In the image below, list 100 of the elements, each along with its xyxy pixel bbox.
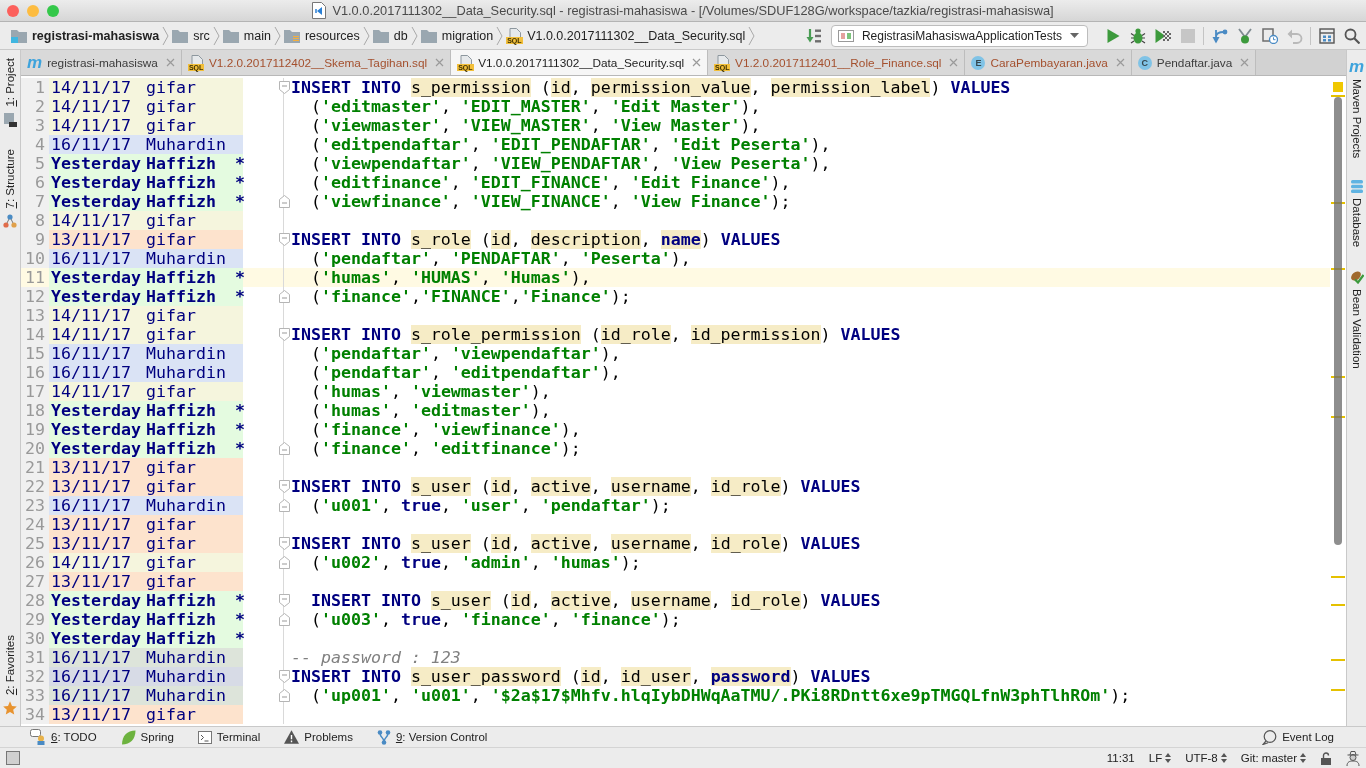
blame-annotation[interactable]: Yesterday Haffizh * <box>49 173 243 192</box>
breadcrumb-item[interactable]: resources <box>280 28 363 43</box>
vcs-branch-selector[interactable]: Git: master <box>1240 752 1306 764</box>
fold-end-icon[interactable] <box>278 195 290 208</box>
tool-window-button[interactable]: Event Log <box>1256 729 1340 745</box>
breadcrumb-item[interactable]: main <box>219 28 274 43</box>
annotation-author: Haffizh <box>146 173 216 192</box>
blame-annotation[interactable]: Yesterday Haffizh * <box>49 268 243 287</box>
blame-annotation[interactable]: Yesterday Haffizh * <box>49 439 243 458</box>
fold-start-icon[interactable] <box>278 233 290 246</box>
close-icon[interactable] <box>692 58 702 67</box>
annotation-author: gifar <box>146 515 196 534</box>
blame-annotation[interactable]: 13/11/17 gifar <box>49 705 243 724</box>
blame-annotation[interactable]: Yesterday Haffizh * <box>49 401 243 420</box>
minimize-window-button[interactable] <box>27 4 39 17</box>
close-icon[interactable] <box>949 58 959 67</box>
fold-start-icon[interactable] <box>278 81 290 94</box>
tool-window-button[interactable]: Spring <box>114 729 180 745</box>
close-icon[interactable] <box>435 58 445 67</box>
caret-position[interactable]: 11:31 <box>1106 752 1135 764</box>
blame-annotation[interactable]: Yesterday Haffizh * <box>49 629 243 648</box>
encoding-selector[interactable]: UTF-8 <box>1185 752 1227 764</box>
fold-start-icon[interactable] <box>278 537 290 550</box>
blame-annotation[interactable]: 16/11/17 Muhardin <box>49 363 243 382</box>
blame-annotation[interactable]: 14/11/17 gifar <box>49 553 243 572</box>
blame-annotation[interactable]: 16/11/17 Muhardin <box>49 648 243 667</box>
blame-annotation[interactable]: Yesterday Haffizh * <box>49 591 243 610</box>
tool-window-button[interactable]: 2: Favorites <box>3 634 17 715</box>
tool-window-button[interactable]: m Maven Projects <box>1348 60 1365 159</box>
tool-window-button[interactable]: 7: Structure <box>3 148 17 229</box>
breadcrumb-item[interactable]: src <box>169 28 213 43</box>
run-configuration-dropdown[interactable]: RegistrasiMahasiswaApplicationTests <box>830 24 1088 47</box>
blame-annotation[interactable]: 14/11/17 gifar <box>49 382 243 401</box>
blame-annotation[interactable]: 13/11/17 gifar <box>49 230 243 249</box>
inspector-button[interactable] <box>1346 750 1360 766</box>
fold-end-icon[interactable] <box>278 613 290 626</box>
blame-annotation[interactable]: 13/11/17 gifar <box>49 458 243 477</box>
blame-annotation[interactable]: 16/11/17 Muhardin <box>49 344 243 363</box>
tool-window-button[interactable]: 9: Version Control <box>370 729 494 745</box>
code-line: INSERT INTO s_permission (id, permission_value, permission_label) VALUES <box>291 78 1011 97</box>
fold-start-icon[interactable] <box>278 594 290 607</box>
tool-window-button[interactable]: 1: Project <box>3 58 17 127</box>
blame-annotation[interactable]: 13/11/17 gifar <box>49 572 243 591</box>
close-icon[interactable] <box>1240 58 1250 67</box>
blame-annotation[interactable]: 14/11/17 gifar <box>49 211 243 230</box>
blame-annotation[interactable]: 16/11/17 Muhardin <box>49 496 243 515</box>
breadcrumb-item[interactable]: db <box>369 28 411 43</box>
blame-annotation[interactable]: 16/11/17 Muhardin <box>49 135 243 154</box>
fold-end-icon[interactable] <box>278 442 290 455</box>
lock-button[interactable] <box>1320 751 1332 765</box>
close-icon[interactable] <box>1115 58 1125 67</box>
tool-windows-toggle-button[interactable] <box>6 751 20 765</box>
blame-annotation[interactable]: 13/11/17 gifar <box>49 477 243 496</box>
line-number: 3 <box>21 116 49 135</box>
fold-start-icon[interactable] <box>278 670 290 683</box>
fold-start-icon[interactable] <box>278 328 290 341</box>
fold-end-icon[interactable] <box>278 689 290 702</box>
fold-start-icon[interactable] <box>278 480 290 493</box>
blame-annotation[interactable]: 14/11/17 gifar <box>49 325 243 344</box>
annotation-date: 13/11/17 <box>51 534 131 553</box>
blame-annotation[interactable]: 16/11/17 Muhardin <box>49 686 243 705</box>
blame-annotation[interactable]: 16/11/17 Muhardin <box>49 249 243 268</box>
blame-annotation[interactable]: 13/11/17 gifar <box>49 515 243 534</box>
stop-icon <box>1179 27 1196 44</box>
blame-annotation[interactable]: 16/11/17 Muhardin <box>49 667 243 686</box>
tool-window-button[interactable]: Problems <box>278 730 359 744</box>
tool-window-button[interactable]: Bean Validation <box>1349 269 1364 369</box>
line-number: 27 <box>21 572 49 591</box>
code-line: ('u003', true, 'finance', 'finance'); <box>309 610 681 629</box>
blame-annotation[interactable]: Yesterday Haffizh * <box>49 610 243 629</box>
blame-annotation[interactable]: Yesterday Haffizh * <box>49 192 243 211</box>
annotation-author: Muhardin <box>146 135 226 154</box>
line-separator-selector[interactable]: LF <box>1148 752 1172 764</box>
scrollbar-thumb[interactable] <box>1334 97 1342 545</box>
line-number: 19 <box>21 420 49 439</box>
blame-annotation[interactable]: Yesterday Haffizh * <box>49 287 243 306</box>
blame-annotation[interactable]: 13/11/17 gifar <box>49 534 243 553</box>
blame-annotation[interactable]: Yesterday Haffizh * <box>49 420 243 439</box>
zoom-window-button[interactable] <box>47 4 59 17</box>
tool-window-button[interactable]: Terminal <box>191 730 267 744</box>
close-icon[interactable] <box>165 58 175 67</box>
editor-tab[interactable]: E CaraPembayaran.java <box>965 50 1132 75</box>
annotation-author: Muhardin <box>146 667 226 686</box>
blame-annotation[interactable]: 14/11/17 gifar <box>49 306 243 325</box>
editor-tab[interactable]: C Pendaftar.java <box>1131 50 1257 75</box>
close-window-button[interactable] <box>7 4 19 17</box>
annotation-author: Haffizh <box>146 287 216 306</box>
tool-window-button[interactable]: 6: TODO <box>24 729 103 745</box>
blame-annotation[interactable]: Yesterday Haffizh * <box>49 154 243 173</box>
editor-tab[interactable]: m registrasi-mahasiswa <box>21 50 182 75</box>
breadcrumb-item[interactable]: registrasi-mahasiswa <box>8 28 163 43</box>
blame-annotation[interactable]: 14/11/17 gifar <box>49 116 243 135</box>
blame-annotation[interactable]: 14/11/17 gifar <box>49 78 243 97</box>
tool-window-button[interactable]: Database <box>1350 180 1363 248</box>
fold-end-icon[interactable] <box>278 556 290 569</box>
terminal-icon <box>197 730 212 744</box>
breadcrumb-item[interactable]: migration <box>417 28 497 43</box>
blame-annotation[interactable]: 14/11/17 gifar <box>49 97 243 116</box>
fold-end-icon[interactable] <box>278 290 290 303</box>
fold-end-icon[interactable] <box>278 499 290 512</box>
